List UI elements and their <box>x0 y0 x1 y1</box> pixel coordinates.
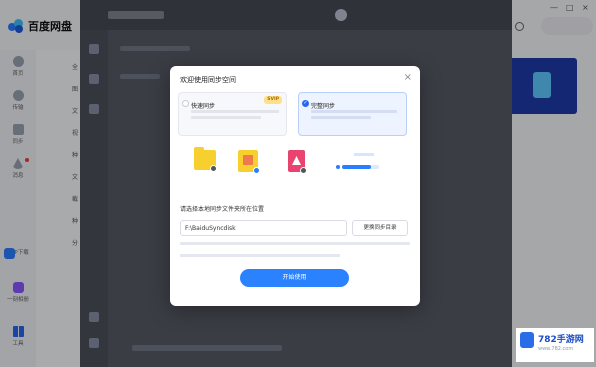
sync-window-sidebar <box>80 30 108 367</box>
location-label: 请选择本地同步文件夹所在位置 <box>180 206 265 213</box>
sync-window-status <box>132 345 282 351</box>
folder-open-icon[interactable] <box>89 312 99 322</box>
option-title: 完整同步 <box>311 103 336 110</box>
doc-icon[interactable] <box>89 74 99 84</box>
hint-text <box>180 242 410 245</box>
sync-status-icon <box>253 167 260 174</box>
full-sync-option[interactable]: ✓ 完整同步 <box>298 92 407 136</box>
sync-status-icon <box>300 167 307 174</box>
progress-dot <box>336 165 340 169</box>
sync-space-dialog: 欢迎使用同步空间 × 快速同步 SVIP ✓ 完整同步 请选择本地同步文件夹所在… <box>170 66 420 306</box>
avatar[interactable] <box>335 9 347 21</box>
watermark-subtitle: www.782.com <box>538 346 574 352</box>
radio-button[interactable] <box>182 100 189 107</box>
folder-icon <box>194 147 217 172</box>
sync-status-icon <box>210 165 217 172</box>
hint-text <box>180 254 340 257</box>
sync-window-toolbar <box>120 74 160 79</box>
dialog-title: 欢迎使用同步空间 <box>180 76 236 84</box>
image-file-icon <box>238 150 260 174</box>
folder-icon[interactable] <box>89 44 99 54</box>
sync-progress-fill <box>342 165 371 169</box>
start-button[interactable]: 开始使用 <box>240 269 349 287</box>
sync-window-tab[interactable] <box>108 11 164 19</box>
check-icon[interactable]: ✓ <box>302 100 309 107</box>
option-title: 快速同步 <box>191 103 216 110</box>
close-icon[interactable]: × <box>404 72 412 83</box>
option-description <box>311 110 403 119</box>
sync-window-breadcrumb <box>120 46 190 51</box>
settings-icon[interactable] <box>89 338 99 348</box>
watermark: 782手游网 www.782.com <box>516 328 594 362</box>
pdf-file-icon <box>288 150 307 174</box>
change-directory-button[interactable]: 更换同步目录 <box>352 220 408 236</box>
sync-path-input[interactable] <box>180 220 347 236</box>
sync-progress-bar <box>342 165 379 169</box>
watermark-title: 782手游网 <box>538 335 584 345</box>
grid-icon[interactable] <box>89 104 99 114</box>
sync-window-titlebar <box>80 0 512 30</box>
progress-caption <box>354 153 374 156</box>
quick-sync-option[interactable]: 快速同步 SVIP <box>178 92 287 136</box>
svip-badge: SVIP <box>264 96 282 104</box>
option-description <box>191 110 283 119</box>
watermark-logo-icon <box>520 332 534 348</box>
